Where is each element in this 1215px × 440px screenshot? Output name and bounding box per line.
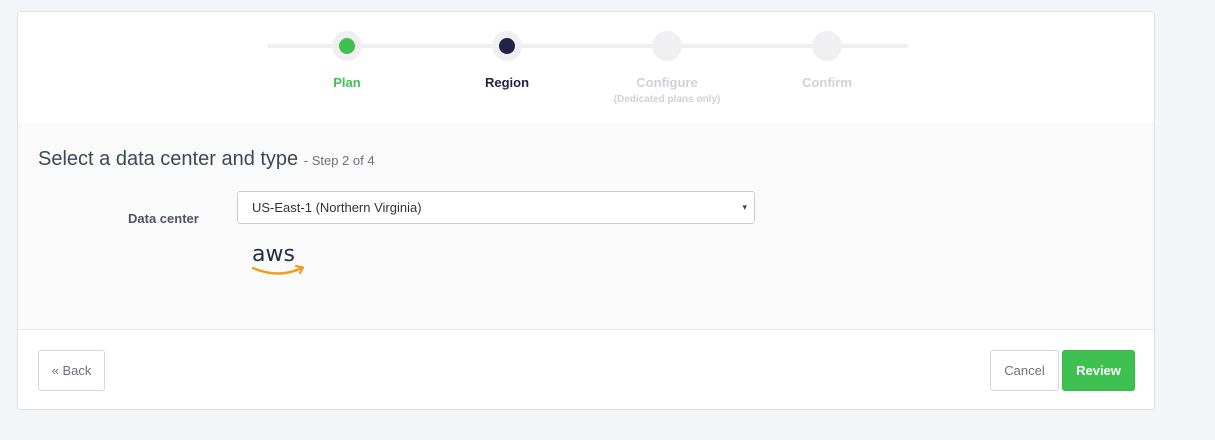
aws-logo-icon: aws: [250, 239, 306, 279]
step-region-dot-ring: [492, 31, 522, 61]
step-confirm-label: Confirm: [802, 75, 852, 90]
progress-stepper: Plan Region Configure (Dedicated plans o…: [18, 12, 1154, 123]
back-button[interactable]: « Back: [38, 350, 105, 391]
review-button[interactable]: Review: [1062, 350, 1135, 391]
page-title-text: Select a data center and type: [38, 148, 299, 170]
data-center-select[interactable]: US-East-1 (Northern Virginia) ▾: [237, 191, 755, 224]
step-plan-dot: [339, 38, 355, 54]
step-indicator: - Step 2 of 4: [303, 153, 375, 168]
step-confirm: Confirm: [747, 31, 907, 91]
step-region-label: Region: [484, 75, 530, 90]
data-center-select-value: US-East-1 (Northern Virginia): [252, 200, 422, 215]
wizard-card: Plan Region Configure (Dedicated plans o…: [17, 11, 1155, 410]
cancel-button[interactable]: Cancel: [990, 350, 1059, 391]
step-configure-dot-ring: [652, 31, 682, 61]
step-configure-label: Configure: [636, 75, 698, 90]
step-configure: Configure (Dedicated plans only): [587, 31, 747, 107]
page-title: Select a data center and type - Step 2 o…: [38, 148, 375, 171]
step-plan-dot-ring: [332, 31, 362, 61]
step-plan[interactable]: Plan: [267, 31, 427, 91]
data-center-label: Data center: [128, 211, 199, 226]
aws-logo-text: aws: [252, 242, 295, 267]
step-region-dot: [499, 38, 515, 54]
step-region[interactable]: Region: [427, 31, 587, 91]
step-configure-sublabel: (Dedicated plans only): [613, 94, 721, 105]
step-confirm-dot-ring: [812, 31, 842, 61]
wizard-footer: « Back Cancel Review: [18, 330, 1154, 409]
chevron-down-icon: ▾: [742, 202, 747, 212]
region-form-section: Select a data center and type - Step 2 o…: [18, 122, 1154, 330]
step-plan-label: Plan: [333, 75, 361, 90]
